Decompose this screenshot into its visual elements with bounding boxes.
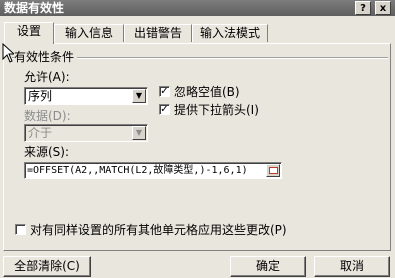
ok-button[interactable]: 确定 [230, 256, 306, 277]
title-bar: 数据有效性 ? x [0, 0, 395, 16]
source-value: =OFFSET(A2,,MATCH(L2,故障类型,)-1,6,1) [27, 165, 248, 176]
close-button[interactable]: x [375, 1, 391, 15]
source-input[interactable]: =OFFSET(A2,,MATCH(L2,故障类型,)-1,6,1) [24, 162, 282, 179]
source-label: 来源(S): [24, 145, 70, 159]
allow-value: 序列 [28, 89, 53, 103]
ignore-blank-checkbox[interactable]: ✓ [159, 86, 170, 97]
allow-select[interactable]: 序列 ▼ [24, 87, 148, 105]
tab-input-message[interactable]: 输入信息 [54, 24, 124, 42]
chevron-down-icon[interactable]: ▼ [132, 89, 146, 103]
ignore-blank-label: 忽略空值(B) [174, 85, 240, 99]
dropdown-arrow-label: 提供下拉箭头(I) [174, 103, 259, 117]
data-select: 介于 ▼ [24, 124, 148, 142]
cancel-button[interactable]: 取消 [314, 256, 390, 277]
tab-ime-mode[interactable]: 输入法模式 [192, 24, 268, 42]
chevron-down-icon: ▼ [132, 126, 146, 140]
help-button[interactable]: ? [355, 1, 371, 15]
tab-settings[interactable]: 设置 [4, 22, 54, 44]
dropdown-arrow-checkbox[interactable]: ✓ [159, 104, 170, 115]
mouse-cursor-icon [2, 43, 14, 63]
apply-all-label: 对有同样设置的所有其他单元格应用这些更改(P) [30, 223, 287, 237]
range-selector-icon[interactable] [266, 164, 280, 177]
tab-error-alert[interactable]: 出错警告 [124, 24, 192, 42]
window-title: 数据有效性 [4, 1, 65, 15]
apply-all-checkbox[interactable] [15, 224, 26, 235]
group-title: 有效性条件 [14, 50, 78, 64]
tab-strip: 设置 输入信息 出错警告 输入法模式 [0, 22, 395, 44]
allow-label: 允许(A): [24, 70, 70, 84]
data-value: 介于 [28, 126, 53, 140]
clear-all-button[interactable]: 全部清除(C) [3, 256, 91, 277]
data-label: 数据(D): [24, 109, 71, 123]
